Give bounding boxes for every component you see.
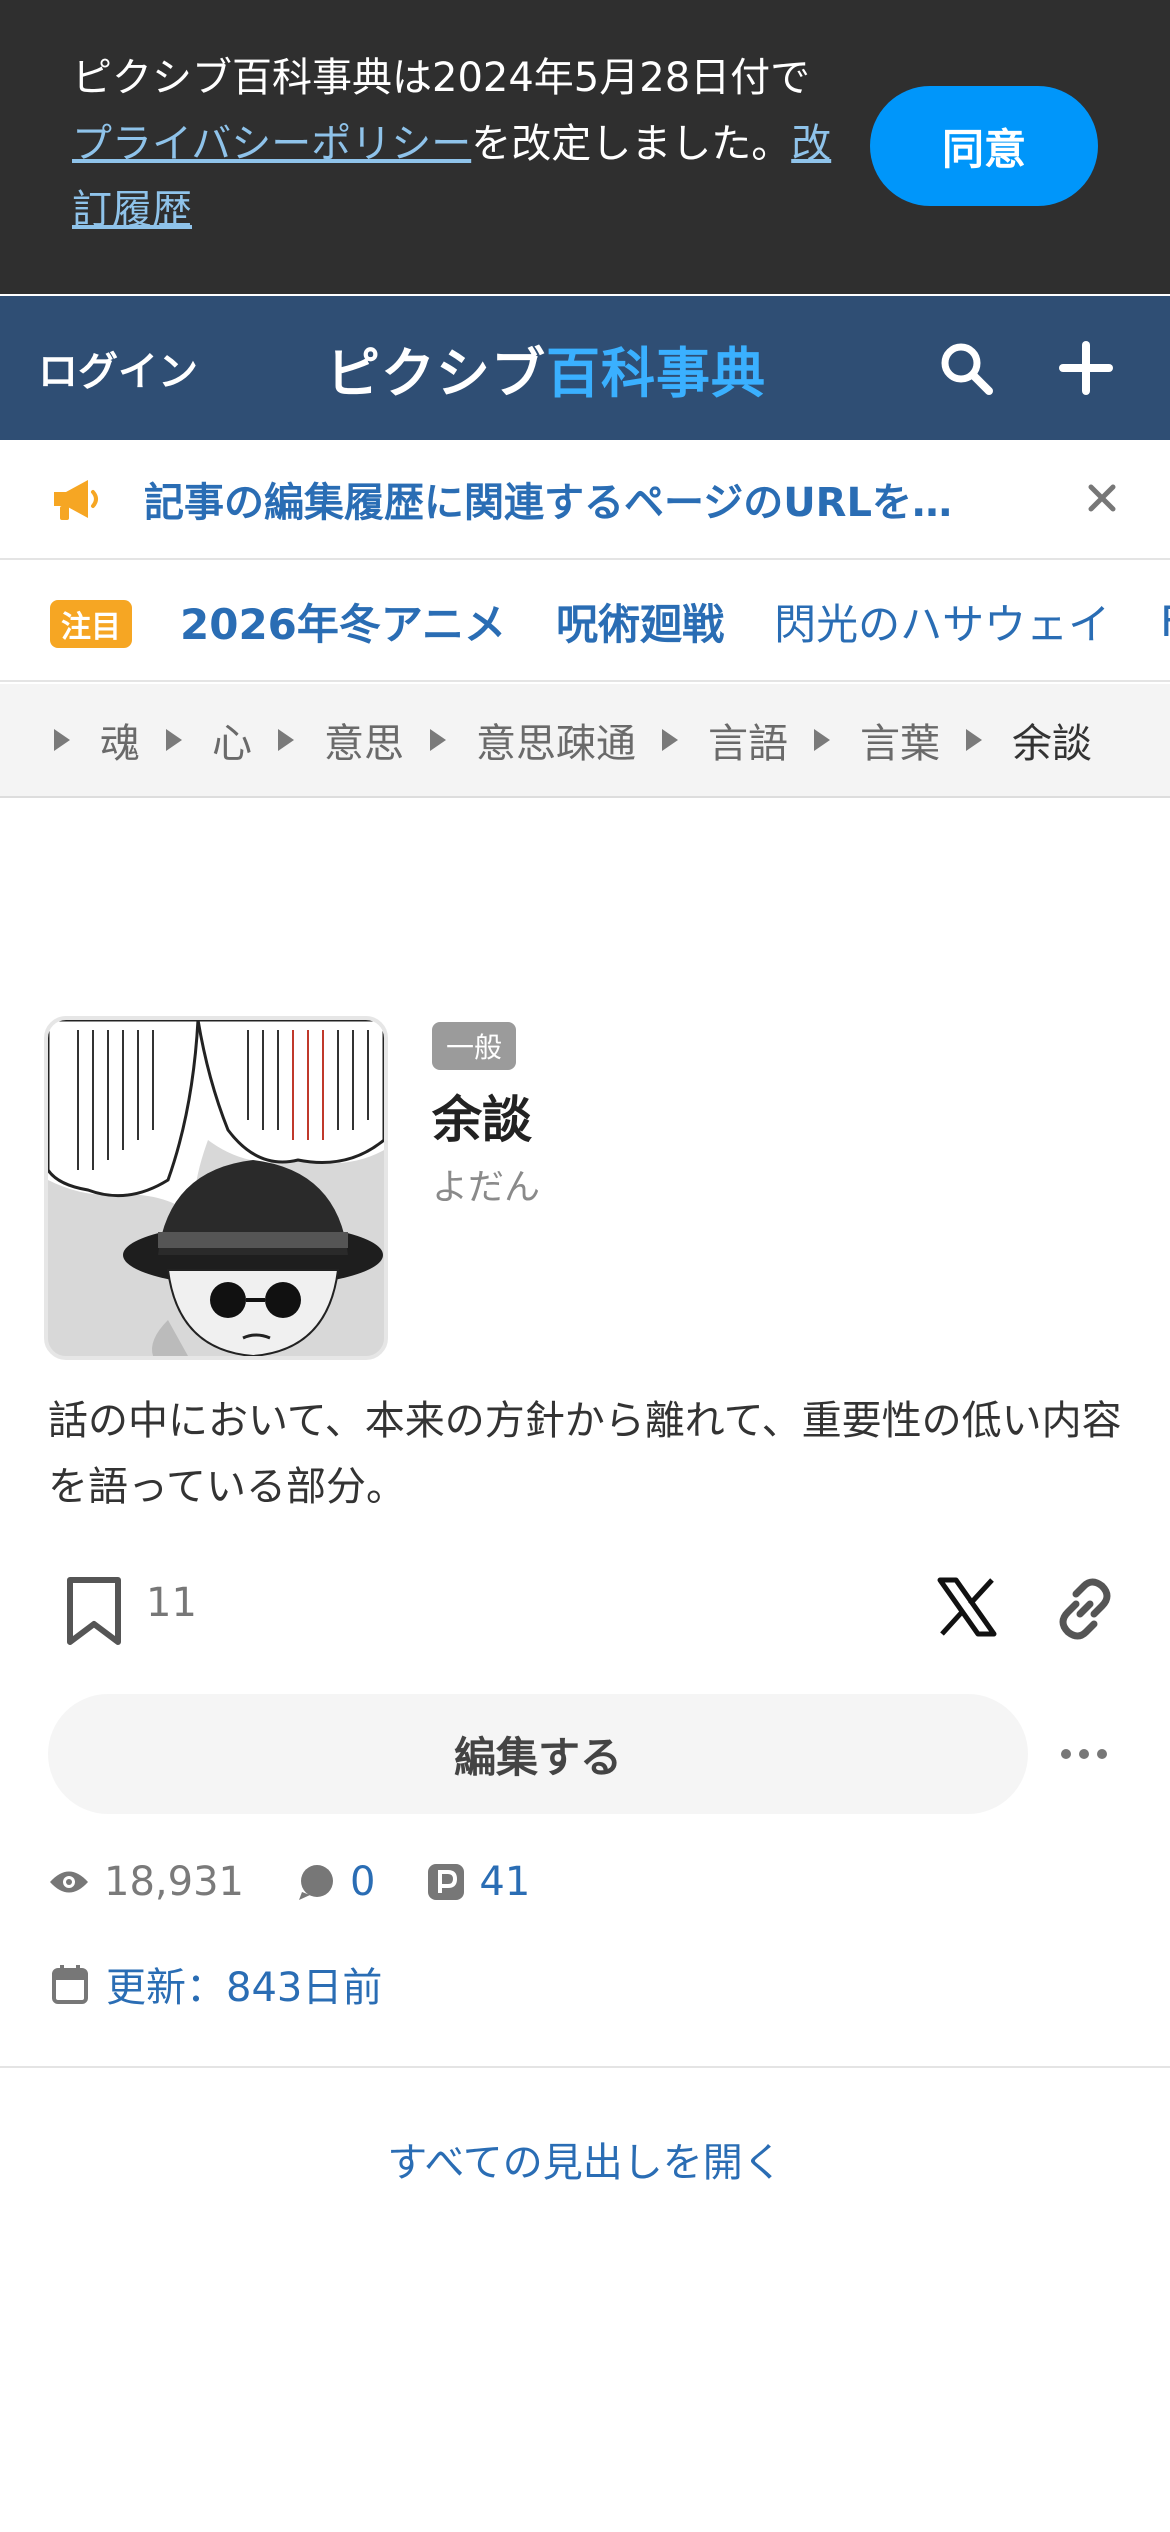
trending-item[interactable]: 2026年冬アニメ bbox=[180, 591, 506, 652]
pixiv-icon bbox=[428, 1864, 465, 1900]
breadcrumb-label: 意思 bbox=[324, 721, 404, 767]
comments-count: 0 bbox=[349, 1859, 376, 1905]
breadcrumb-label: 言語 bbox=[708, 721, 788, 767]
triangle-right-icon bbox=[54, 729, 70, 751]
consent-text: ピクシブ百科事典は2024年5月28日付でプライバシーポリシーを改定しました。改… bbox=[72, 45, 832, 243]
divider bbox=[0, 2066, 1170, 2068]
breadcrumb-item[interactable]: 言葉 bbox=[814, 711, 940, 769]
trending-bar: 注目 2026年冬アニメ 呪術廻戦 閃光のハサウェイ F bbox=[0, 562, 1170, 682]
eye-icon bbox=[50, 1871, 88, 1893]
comment-icon bbox=[298, 1865, 333, 1900]
category-tag: 一般 bbox=[432, 1022, 516, 1070]
search-icon[interactable] bbox=[930, 332, 1002, 404]
trending-list: 2026年冬アニメ 呪術廻戦 閃光のハサウェイ F bbox=[180, 562, 1170, 680]
article-summary: 話の中において、本来の方針から離れて、重要性の低い内容を語っている部分。 bbox=[48, 1398, 1122, 1510]
article-title: 余談 bbox=[432, 1091, 532, 1149]
plus-icon[interactable] bbox=[1050, 332, 1122, 404]
updated-date[interactable]: 更新：843日前 bbox=[52, 1954, 382, 2014]
views-count: 18,931 bbox=[104, 1859, 244, 1905]
triangle-right-icon bbox=[662, 729, 678, 751]
pixiv-works-stat[interactable]: 41 bbox=[427, 1859, 530, 1905]
breadcrumb: 魂 心 意思 意思疎通 言語 言葉 余談 bbox=[0, 684, 1170, 798]
views-stat: 18,931 bbox=[48, 1859, 244, 1905]
notice-link[interactable]: 記事の編集履歴に関連するページのURLを… bbox=[144, 440, 1014, 558]
link-icon[interactable] bbox=[1050, 1574, 1120, 1644]
notice-bar: 記事の編集履歴に関連するページのURLを… bbox=[0, 440, 1170, 560]
breadcrumb-item[interactable]: 意思 bbox=[278, 711, 404, 769]
site-logo[interactable]: ピクシブ 百科事典 bbox=[326, 296, 766, 440]
consent-text-before: ピクシブ百科事典は2024年5月28日付で bbox=[72, 55, 811, 101]
breadcrumb-item[interactable]: 魂 bbox=[54, 711, 140, 769]
bookmark-icon[interactable] bbox=[62, 1574, 126, 1648]
x-share-icon[interactable] bbox=[934, 1574, 1000, 1640]
site-header: ログイン ピクシブ 百科事典 bbox=[0, 296, 1170, 440]
pixiv-works-count: 41 bbox=[479, 1859, 531, 1905]
open-all-headings-link[interactable]: すべての見出しを開く bbox=[0, 2130, 1170, 2188]
breadcrumb-label: 心 bbox=[212, 721, 252, 767]
breadcrumb-item[interactable]: 言語 bbox=[662, 711, 788, 769]
breadcrumb-label: 余談 bbox=[1012, 721, 1092, 767]
consent-text-middle: を改定しました。 bbox=[471, 121, 792, 167]
megaphone-icon bbox=[48, 472, 104, 528]
agree-button[interactable]: 同意 bbox=[870, 86, 1098, 206]
calendar-icon bbox=[52, 1965, 88, 2004]
breadcrumb-label: 魂 bbox=[100, 721, 140, 767]
privacy-policy-link[interactable]: プライバシーポリシー bbox=[72, 121, 471, 167]
triangle-right-icon bbox=[966, 729, 982, 751]
close-icon[interactable] bbox=[1070, 466, 1134, 530]
article-reading: よだん bbox=[432, 1167, 541, 1208]
triangle-right-icon bbox=[166, 729, 182, 751]
breadcrumb-item[interactable]: 意思疎通 bbox=[430, 711, 636, 769]
more-options-icon[interactable] bbox=[1052, 1724, 1116, 1784]
breadcrumb-current: 余談 bbox=[966, 711, 1092, 769]
triangle-right-icon bbox=[430, 729, 446, 751]
trending-item[interactable]: 閃光のハサウェイ bbox=[774, 591, 1110, 652]
logo-text-pixiv: ピクシブ bbox=[326, 341, 546, 405]
breadcrumb-item[interactable]: 心 bbox=[166, 711, 252, 769]
consent-banner: ピクシブ百科事典は2024年5月28日付でプライバシーポリシーを改定しました。改… bbox=[0, 0, 1170, 294]
updated-label: 更新：843日前 bbox=[106, 1965, 383, 2011]
breadcrumb-label: 意思疎通 bbox=[476, 721, 636, 767]
breadcrumb-label: 言葉 bbox=[860, 721, 940, 767]
trending-item[interactable]: 呪術廻戦 bbox=[556, 591, 724, 652]
article-stats: 18,931 0 41 bbox=[48, 1852, 582, 1912]
login-link[interactable]: ログイン bbox=[38, 296, 198, 440]
bookmark-count: 11 bbox=[146, 1580, 197, 1626]
comments-stat[interactable]: 0 bbox=[296, 1859, 375, 1905]
trending-item[interactable]: F bbox=[1160, 597, 1170, 646]
triangle-right-icon bbox=[814, 729, 830, 751]
trending-badge: 注目 bbox=[50, 600, 132, 648]
article-thumbnail[interactable] bbox=[44, 1016, 388, 1360]
edit-button[interactable]: 編集する bbox=[48, 1694, 1028, 1814]
triangle-right-icon bbox=[278, 729, 294, 751]
logo-text-encyclopedia: 百科事典 bbox=[546, 341, 766, 405]
